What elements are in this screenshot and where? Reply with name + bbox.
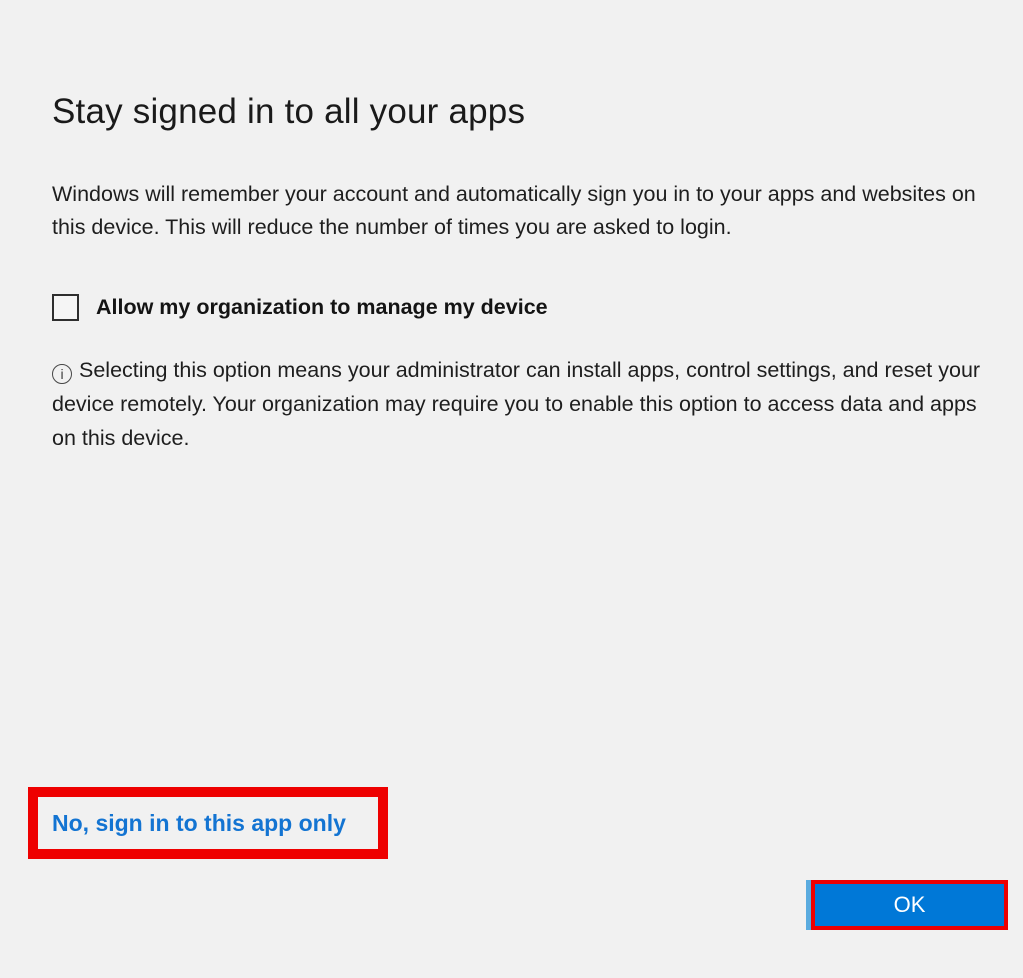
annotation-box-ok: OK bbox=[811, 880, 1008, 930]
allow-org-manage-checkbox-label[interactable]: Allow my organization to manage my devic… bbox=[96, 295, 548, 320]
dialog-description: Windows will remember your account and a… bbox=[52, 182, 976, 239]
info-icon: i bbox=[52, 364, 72, 384]
allow-org-manage-checkbox[interactable] bbox=[52, 294, 79, 321]
allow-org-manage-checkbox-row[interactable]: Allow my organization to manage my devic… bbox=[52, 294, 548, 321]
annotation-box-link: No, sign in to this app only bbox=[28, 787, 388, 859]
stay-signed-in-dialog: Stay signed in to all your apps Windows … bbox=[0, 0, 1023, 978]
admin-info-paragraph: i Selecting this option means your admini… bbox=[52, 353, 992, 455]
sign-in-app-only-link[interactable]: No, sign in to this app only bbox=[52, 810, 346, 837]
ok-button[interactable]: OK bbox=[815, 884, 1004, 926]
admin-info-text: Selecting this option means your adminis… bbox=[52, 358, 981, 450]
dialog-title: Stay signed in to all your apps bbox=[52, 92, 526, 131]
